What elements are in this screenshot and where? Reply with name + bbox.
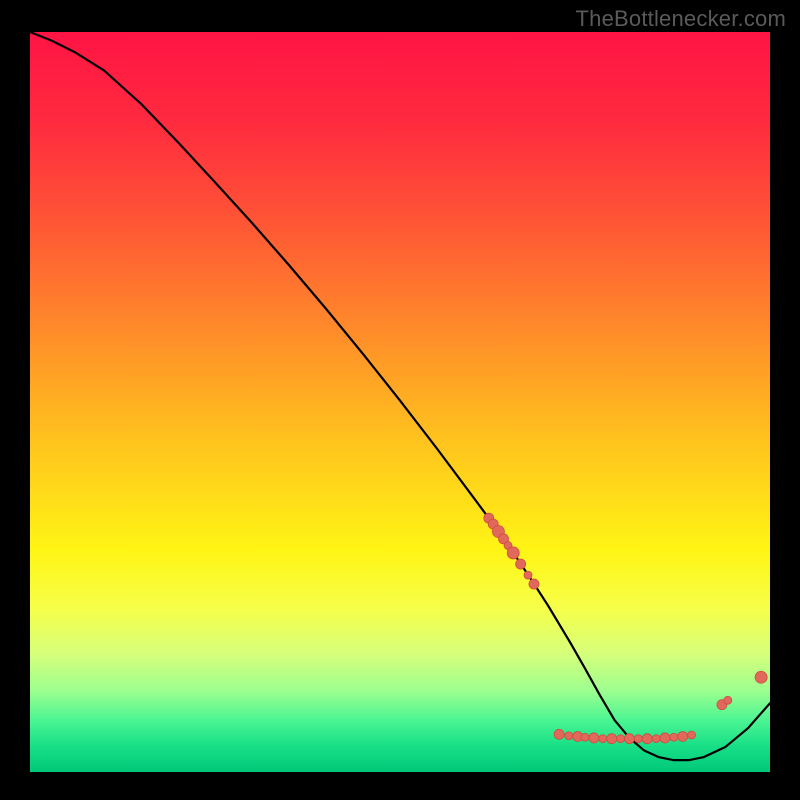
highlight-dot	[652, 735, 660, 743]
plot-area	[30, 32, 770, 772]
highlight-dot	[617, 735, 625, 743]
highlight-dot	[524, 571, 532, 579]
highlight-dot	[581, 733, 589, 741]
highlight-dot	[565, 732, 573, 740]
highlight-dot	[607, 734, 617, 744]
highlight-dot	[589, 733, 599, 743]
highlight-dot	[755, 671, 767, 683]
highlight-dot	[624, 734, 634, 744]
highlight-dot	[724, 696, 732, 704]
highlight-dot	[529, 579, 539, 589]
highlight-dot	[516, 559, 526, 569]
highlight-dot	[642, 734, 652, 744]
highlight-dot	[599, 735, 607, 743]
chart-frame: TheBottlenecker.com	[0, 0, 800, 800]
plot-svg	[30, 32, 770, 772]
highlight-dot	[678, 731, 688, 741]
highlight-dot	[670, 733, 678, 741]
highlight-dot	[634, 735, 642, 743]
highlight-dot	[688, 731, 696, 739]
highlight-dot	[554, 729, 564, 739]
highlight-dot	[660, 733, 670, 743]
highlight-dot	[507, 547, 519, 559]
watermark-text: TheBottlenecker.com	[576, 6, 786, 32]
